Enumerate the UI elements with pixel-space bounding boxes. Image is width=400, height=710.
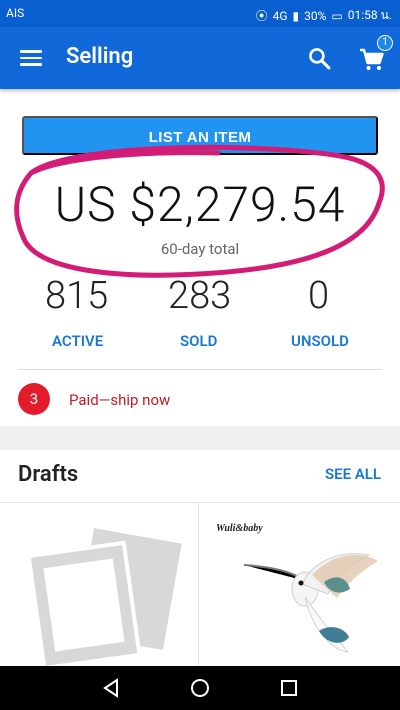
see-all-drafts-link[interactable]: SEE ALL [325,465,381,483]
draft-item-card[interactable]: Wuli&baby [200,503,400,668]
active-count: 815 [45,274,109,318]
paid-ship-now-link[interactable]: Paid—ship now [69,391,170,409]
back-icon[interactable] [100,677,122,699]
home-icon[interactable] [189,677,211,699]
section-divider [18,369,382,370]
ship-count-badge[interactable]: 3 [18,383,50,415]
app-bar: Selling 1 [0,27,400,89]
draft-item-brand: Wuli&baby [216,523,263,534]
search-icon[interactable] [307,46,332,71]
page-title: Selling [66,44,134,69]
battery-percent: 30% [304,8,327,23]
cart-count-badge: 1 [377,35,393,51]
wifi-icon: ⦿ [255,9,268,23]
unsold-link[interactable]: UNSOLD [291,332,349,350]
photo-placeholder-icon [26,523,187,671]
status-bar: AIS ⦿ 4G ▮ 30% ▭ 01:58 น. [0,0,400,27]
drafts-title: Drafts [18,462,79,487]
sales-total: US $2,279.54 [54,176,346,233]
sales-total-period: 60-day total [160,240,240,258]
battery-icon: ▭ [331,8,343,23]
sold-count: 283 [168,274,232,318]
section-gap [0,426,400,450]
draft-photo-placeholder-card[interactable] [0,503,199,671]
status-icons: ⦿ 4G ▮ 30% ▭ 01:58 น. [256,6,392,25]
clock: 01:58 น. [347,8,392,22]
signal-icon: ▮ [292,8,300,23]
drafts-header: Drafts SEE ALL [0,450,400,503]
android-navigation-bar [0,666,400,710]
recent-apps-icon[interactable] [278,677,300,699]
network-label: 4G [272,8,288,23]
carrier-label: AIS [6,6,25,20]
unsold-count: 0 [308,274,330,318]
sold-link[interactable]: SOLD [180,332,217,350]
menu-icon[interactable] [20,50,42,66]
active-link[interactable]: ACTIVE [52,332,103,350]
cart-icon[interactable] [358,47,386,73]
